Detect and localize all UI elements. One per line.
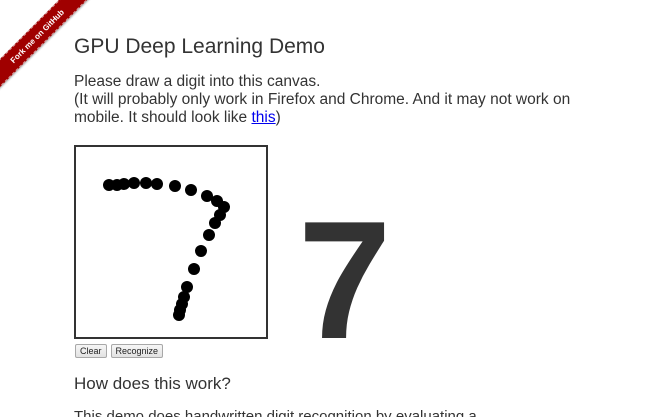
section-heading: How does this work? [74,374,231,393]
stroke-dot [169,180,181,192]
stroke-dot [185,184,197,196]
stroke-dot [188,263,200,275]
stroke-dot [128,177,140,189]
page: Fork me on GitHub GPU Deep Learning Demo… [0,0,660,417]
clear-button[interactable]: Clear [75,344,107,358]
stroke-dot [203,229,215,241]
intro-text: Please draw a digit into this canvas. (I… [74,73,614,127]
intro-line-1: Please draw a digit into this canvas. [74,73,321,90]
drawing-canvas[interactable] [74,145,268,339]
stroke-dot [195,245,207,257]
stroke-dot [173,309,185,321]
page-title: GPU Deep Learning Demo [74,35,325,58]
drawn-digit-strokes [103,177,230,321]
recognized-digit: 7 [298,186,392,374]
stroke-dot [209,217,221,229]
intro-line-2: (It will probably only work in Firefox a… [74,91,571,126]
example-link[interactable]: this [251,109,275,126]
stroke-dot [140,177,152,189]
section-text: This demo does handwritten digit recogni… [74,408,477,417]
intro-line-2-end: ) [275,109,281,126]
canvas-controls: Clear Recognize [75,344,164,358]
recognize-button[interactable]: Recognize [110,344,164,358]
stroke-dot [151,178,163,190]
